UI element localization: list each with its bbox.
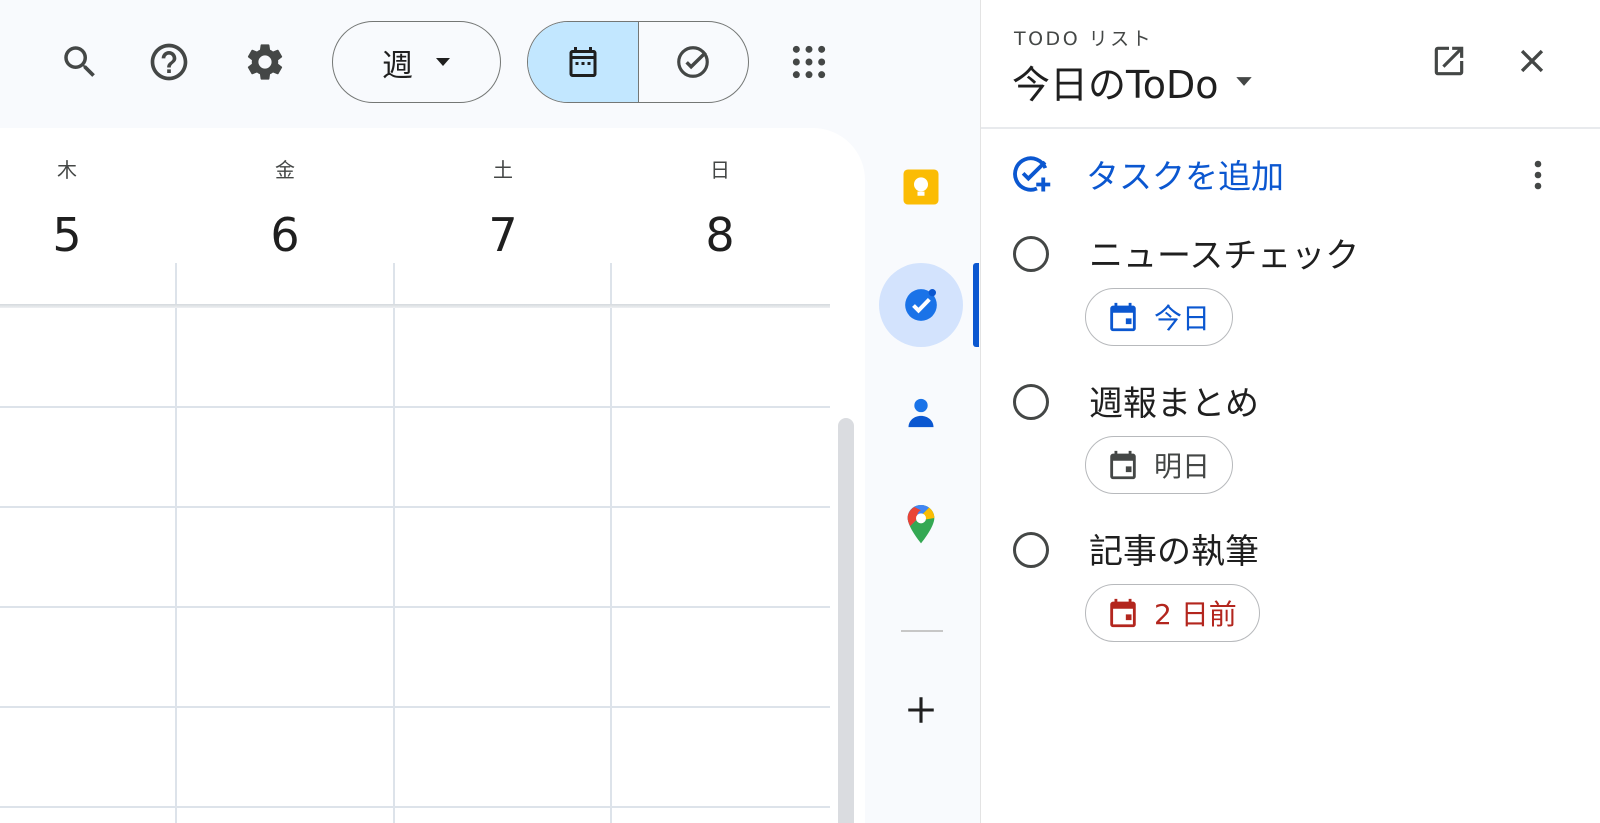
add-addon-button[interactable] <box>879 668 963 752</box>
column-divider <box>175 263 177 823</box>
day-name: 木 <box>57 158 77 182</box>
close-icon[interactable] <box>1506 35 1558 87</box>
view-select-label: 週 <box>382 47 413 84</box>
calendar-event-icon <box>1110 598 1136 628</box>
help-icon[interactable] <box>145 38 193 86</box>
more-options-icon[interactable] <box>1512 149 1564 201</box>
apps-grid-icon[interactable] <box>785 38 833 86</box>
rail-divider <box>901 630 943 632</box>
task-title[interactable]: ニュースチェック <box>1089 228 1359 277</box>
tasks-side-panel: TODO リスト 今日のToDo タスクを追加 ニュースチェック 今日 週報まと… <box>980 0 1600 823</box>
due-date-label: 2 日前 <box>1154 598 1237 631</box>
day-name: 日 <box>710 158 730 182</box>
keep-icon <box>903 169 939 205</box>
day-date[interactable]: 7 <box>394 208 612 262</box>
task-list-title: 今日のToDo <box>1012 63 1219 107</box>
task-title[interactable]: 週報まとめ <box>1089 376 1259 425</box>
calendar-icon <box>569 47 597 77</box>
due-date-chip[interactable]: 明日 <box>1085 436 1234 494</box>
due-date-chip[interactable]: 今日 <box>1085 288 1234 346</box>
side-panel-rail <box>865 128 980 823</box>
tasks-button[interactable] <box>879 263 963 347</box>
calendar-event-icon <box>1110 450 1136 480</box>
due-date-label: 明日 <box>1154 450 1211 483</box>
task-check-icon <box>677 46 710 78</box>
week-calendar-grid: 木 5 金 6 土 7 日 8 <box>0 128 865 823</box>
calendar-view-button[interactable] <box>528 22 639 102</box>
day-name: 金 <box>275 158 295 182</box>
hour-line <box>0 406 830 408</box>
due-date-label: 今日 <box>1154 302 1211 335</box>
contacts-button[interactable] <box>879 371 963 455</box>
day-date[interactable]: 5 <box>0 208 176 262</box>
keep-button[interactable] <box>879 145 963 229</box>
hour-line <box>0 806 830 808</box>
active-indicator <box>973 263 979 347</box>
day-name: 土 <box>493 158 513 182</box>
add-icon <box>908 697 934 723</box>
due-date-chip[interactable]: 2 日前 <box>1085 584 1260 642</box>
panel-subtitle: TODO リスト <box>1014 28 1154 50</box>
open-in-new-window-icon[interactable] <box>1423 35 1475 87</box>
day-date[interactable]: 6 <box>176 208 394 262</box>
task-complete-checkbox[interactable] <box>1013 236 1049 272</box>
maps-icon <box>907 505 935 544</box>
add-task-button[interactable]: タスクを追加 <box>1010 150 1284 198</box>
add-task-icon <box>1013 156 1051 192</box>
add-task-label: タスクを追加 <box>1086 157 1284 196</box>
view-select-dropdown[interactable]: 週 <box>332 21 501 103</box>
hour-line <box>0 606 830 608</box>
caret-down-icon <box>436 58 450 66</box>
search-icon[interactable] <box>56 38 104 86</box>
tasks-view-button[interactable] <box>639 22 749 102</box>
task-complete-checkbox[interactable] <box>1013 384 1049 420</box>
gear-icon[interactable] <box>241 38 289 86</box>
contacts-icon <box>908 398 934 428</box>
task-title[interactable]: 記事の執筆 <box>1089 524 1259 573</box>
task-complete-checkbox[interactable] <box>1013 532 1049 568</box>
column-divider <box>610 263 612 823</box>
hour-line <box>0 706 830 708</box>
view-toggle <box>527 21 749 103</box>
column-divider <box>393 263 395 823</box>
task-list-selector[interactable]: 今日のToDo <box>1012 54 1253 109</box>
hour-line <box>0 506 830 508</box>
day-date[interactable]: 8 <box>611 208 829 262</box>
header-divider <box>0 304 830 308</box>
calendar-event-icon <box>1110 302 1136 332</box>
scrollbar[interactable] <box>838 418 854 823</box>
panel-divider <box>981 127 1600 129</box>
maps-button[interactable] <box>879 483 963 567</box>
caret-down-icon <box>1235 77 1252 86</box>
tasks-icon <box>905 289 937 321</box>
